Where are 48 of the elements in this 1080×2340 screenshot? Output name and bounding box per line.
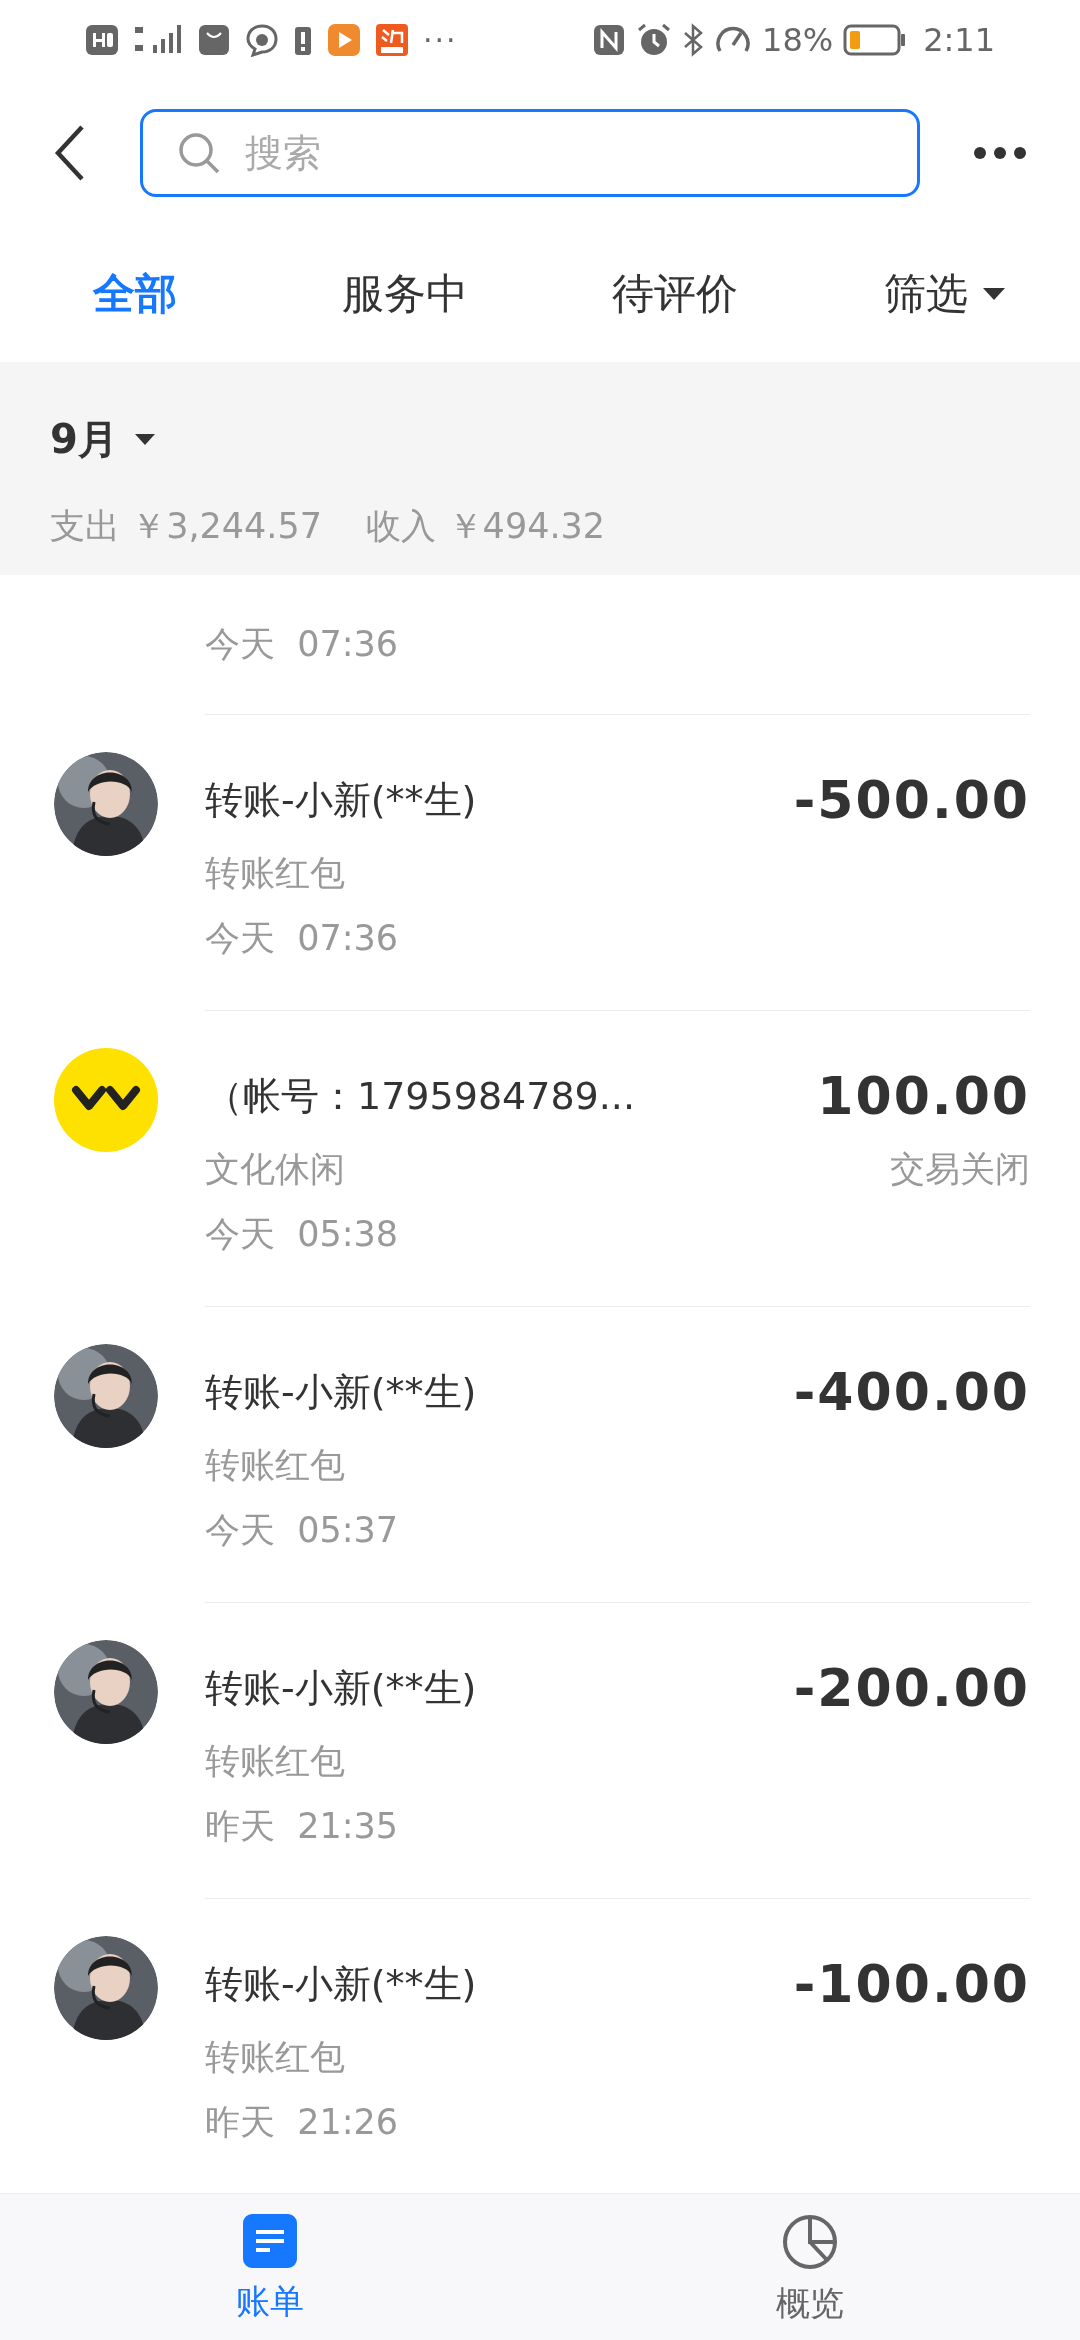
transaction-amount: -200.00 bbox=[793, 1657, 1030, 1720]
transaction-time: 昨天 21:35 bbox=[205, 1804, 400, 1848]
battery-icon bbox=[843, 23, 908, 57]
transaction-time: 今天 05:38 bbox=[205, 1212, 400, 1256]
bag-icon bbox=[197, 23, 231, 57]
filter-tab[interactable]: 待评价 bbox=[540, 225, 810, 362]
battery-percent: 18% bbox=[762, 20, 834, 61]
transaction-category: 转账红包 bbox=[205, 1443, 345, 1487]
play-icon bbox=[327, 23, 361, 57]
filter-tab[interactable]: 服务中 bbox=[270, 225, 540, 362]
month-selector[interactable]: 9月 bbox=[50, 412, 156, 466]
transaction-amount: -100.00 bbox=[793, 1953, 1030, 2016]
transaction-title: （帐号：1795984789... bbox=[205, 1072, 635, 1120]
caret-icon bbox=[982, 286, 1006, 301]
transaction-time: 昨天 21:26 bbox=[205, 2100, 400, 2144]
clock-time: 2:11 bbox=[923, 20, 995, 61]
transaction-category: 转账红包 bbox=[205, 2035, 345, 2079]
transaction-title: 转账-小新(**生) bbox=[205, 1960, 477, 2008]
bottom-nav-tab[interactable]: 账单 bbox=[0, 2194, 540, 2340]
search-field[interactable]: 搜索 bbox=[140, 108, 920, 197]
transaction-title: 转账-小新(**生) bbox=[205, 776, 477, 824]
shop-icon bbox=[375, 23, 409, 57]
transaction-title: 转账-小新(**生) bbox=[205, 1368, 477, 1416]
pie-chart-icon bbox=[782, 2214, 838, 2270]
filter-dropdown[interactable]: 筛选 bbox=[810, 225, 1080, 362]
transaction-title: 转账-小新(**生) bbox=[205, 1664, 477, 1712]
transaction-amount: -500.00 bbox=[793, 769, 1030, 832]
nfc-icon bbox=[592, 23, 626, 57]
bottom-nav-tab[interactable]: 概览 bbox=[540, 2194, 1080, 2340]
transaction-category: 转账红包 bbox=[205, 1739, 345, 1783]
month-summary: 支出 ￥3,244.57 收入 ￥494.32 bbox=[50, 505, 607, 548]
bluetooth-icon bbox=[682, 23, 704, 57]
alarm-icon bbox=[636, 22, 672, 58]
transaction-time: 今天 05:37 bbox=[205, 1508, 400, 1552]
transaction-category: 转账红包 bbox=[205, 851, 345, 895]
chat-icon bbox=[245, 23, 279, 57]
transaction-amount: -400.00 bbox=[793, 1361, 1030, 1424]
more-icon bbox=[973, 145, 1027, 160]
transaction-time: 今天 07:36 bbox=[205, 622, 400, 666]
transaction-status: 交易关闭 bbox=[890, 1147, 1030, 1191]
filter-tab[interactable]: 全部 bbox=[0, 225, 270, 362]
caret-icon bbox=[133, 432, 156, 446]
transaction-amount: 100.00 bbox=[817, 1065, 1030, 1128]
transaction-time: 今天 07:36 bbox=[205, 916, 400, 960]
list-icon bbox=[243, 2214, 297, 2268]
more-notifications-text: ··· bbox=[423, 21, 458, 60]
hd-icon bbox=[85, 23, 119, 57]
transaction-category: 文化休闲 bbox=[205, 1147, 345, 1191]
